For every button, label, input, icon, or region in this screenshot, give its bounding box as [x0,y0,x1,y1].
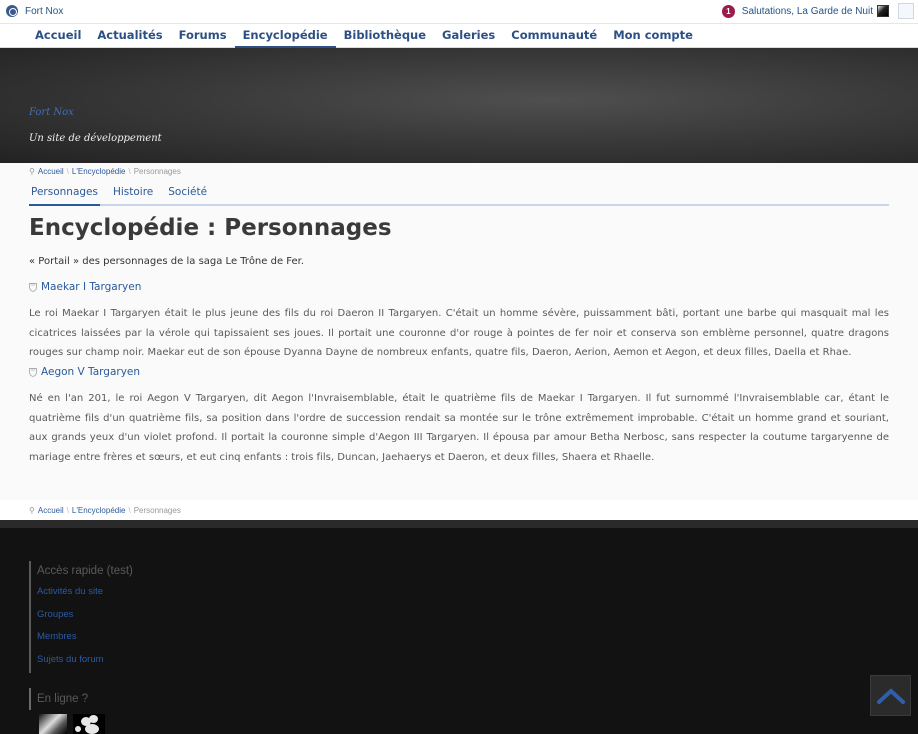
breadcrumb-separator: \ [66,506,69,515]
breadcrumb-separator: \ [128,167,131,176]
footer-link-membres[interactable]: Membres [37,626,133,649]
entry-description: Né en l'an 201, le roi Aegon V Targaryen… [29,393,889,463]
site-title-link[interactable]: Fort Nox [29,107,74,118]
breadcrumb: ⚲ Accueil \ L'Encyclopédie \ Personnages [29,167,181,176]
back-to-top-button[interactable] [870,675,911,716]
footer-link-groupes[interactable]: Groupes [37,604,133,627]
nav-item-forums[interactable]: Forums [171,24,235,48]
footer-divider [0,520,918,528]
page-title: Encyclopédie : Personnages [29,215,392,241]
main-navigation: Accueil Actualités Forums Encyclopédie B… [0,24,918,48]
online-title: En ligne ? [37,693,89,705]
online-member-avatar[interactable] [39,714,67,734]
tab-societe[interactable]: Société [166,182,209,206]
tab-personnages[interactable]: Personnages [29,182,100,206]
admin-bar-site-name: Fort Nox [25,5,64,17]
entry-title-link[interactable]: Maekar I Targaryen [29,281,141,293]
admin-bar-site-link[interactable]: Fort Nox [6,5,63,17]
page-intro: « Portail » des personnages de la saga L… [29,256,305,267]
entry-title-link[interactable]: Aegon V Targaryen [29,366,140,378]
user-avatar[interactable] [877,5,889,17]
tab-histoire[interactable]: Histoire [111,182,155,206]
nav-item-actualites[interactable]: Actualités [89,24,170,48]
breadcrumb-current: Personnages [133,506,181,515]
nav-item-galeries[interactable]: Galeries [434,24,503,48]
main-content: ⚲ Accueil \ L'Encyclopédie \ Personnages… [0,163,918,520]
breadcrumb: ⚲ Accueil \ L'Encyclopédie \ Personnages [29,506,181,515]
map-pin-icon: ⚲ [29,506,35,515]
site-header-banner: Fort Nox Un site de développement [0,48,918,163]
nav-item-accueil[interactable]: Accueil [27,24,89,48]
site-globe-icon [6,5,18,17]
quick-access-widget: Accès rapide (test) Activités du site Gr… [29,561,133,673]
chevron-up-icon [876,687,905,704]
entry-name: Maekar I Targaryen [41,281,142,293]
map-pin-icon: ⚲ [29,167,35,176]
breadcrumb-separator: \ [66,167,69,176]
entry-name: Aegon V Targaryen [41,366,141,378]
nav-item-communaute[interactable]: Communauté [503,24,605,48]
footer-link-activites[interactable]: Activités du site [37,581,133,604]
nav-item-encyclopedie[interactable]: Encyclopédie [234,24,336,48]
admin-bar-search-toggle[interactable] [898,3,914,19]
breadcrumb-current: Personnages [133,167,181,176]
admin-bar-account: 1 Salutations, La Garde de Nuit [721,3,914,19]
breadcrumb-home[interactable]: Accueil [38,506,64,515]
breadcrumb-section[interactable]: L'Encyclopédie [72,506,126,515]
breadcrumb-footer-bar: ⚲ Accueil \ L'Encyclopédie \ Personnages [0,500,918,520]
greeting-link[interactable]: Salutations, La Garde de Nuit [742,6,873,17]
nav-item-mon-compte[interactable]: Mon compte [605,24,701,48]
quick-access-title: Accès rapide (test) [37,565,133,577]
site-tagline: Un site de développement [29,133,162,144]
shield-icon [29,367,37,377]
shield-icon [29,282,37,292]
entry-description: Le roi Maekar I Targaryen était le plus … [29,308,889,358]
breadcrumb-section[interactable]: L'Encyclopédie [72,167,126,176]
nav-item-bibliotheque[interactable]: Bibliothèque [336,24,434,48]
online-member-avatar[interactable] [73,714,105,734]
encyclopedia-tabs: Personnages Histoire Société [29,182,889,206]
online-widget: En ligne ? [29,688,88,710]
footer-link-sujets[interactable]: Sujets du forum [37,649,133,672]
breadcrumb-separator: \ [128,506,131,515]
breadcrumb-home[interactable]: Accueil [38,167,64,176]
notification-badge[interactable]: 1 [721,4,735,18]
online-avatars [39,714,105,734]
site-footer: Accès rapide (test) Activités du site Gr… [0,528,918,734]
admin-bar: Fort Nox 1 Salutations, La Garde de Nuit [0,0,918,24]
